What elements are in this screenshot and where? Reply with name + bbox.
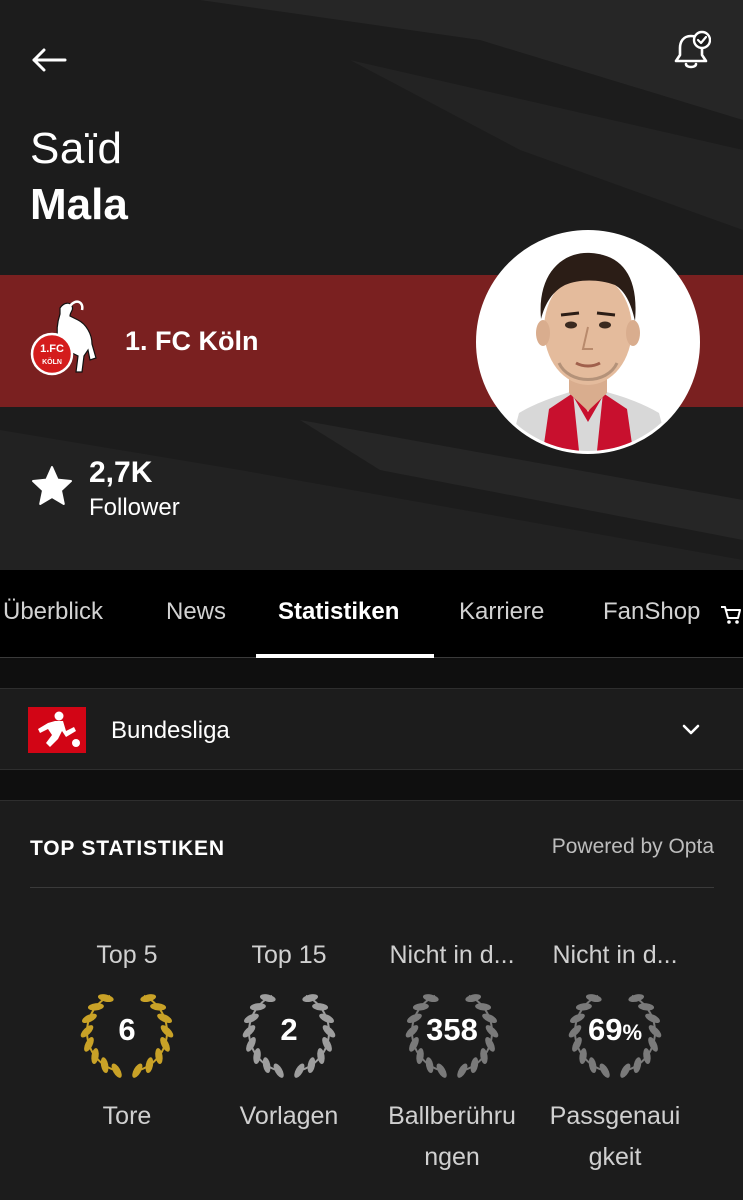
club-logo-text-top: 1.FC [40,343,64,355]
star-icon [32,466,72,505]
stat-label: Tore [102,1102,152,1130]
bundesliga-logo [28,707,86,753]
top-stats-title: TOP STATISTIKEN [30,837,225,860]
club-logo: 1.FC KÖLN [30,300,100,378]
stat-rank: Nicht in d... [389,941,515,969]
cart-icon [721,606,741,624]
tab-fanshop[interactable]: FanShop [603,598,700,626]
stat-assists[interactable]: Top 15 2 Vorlagen [209,941,369,1137]
divider [30,887,714,888]
player-last-name: Mala [30,180,128,229]
back-button[interactable] [28,40,70,80]
stat-label: Vorlagen [239,1102,339,1130]
laurel-wreath-icon: 69% [560,982,670,1082]
follow-notifications-button[interactable] [668,28,714,74]
league-name: Bundesliga [111,717,230,744]
follower-count: 2,7K [89,456,153,489]
stat-rank: Nicht in d... [552,941,678,969]
league-selector[interactable]: Bundesliga [0,688,743,770]
stat-value: 358 [426,1012,478,1047]
tab-overview[interactable]: Überblick [3,598,103,626]
follower-label: Follower [89,494,180,521]
top-stats-card: TOP STATISTIKEN Powered by Opta Top 5 6 … [0,800,743,1200]
stat-value: 69% [587,1012,643,1047]
stat-goals[interactable]: Top 5 6 Tore [47,941,207,1137]
chevron-down-icon[interactable] [678,717,704,743]
club-name[interactable]: 1. FC Köln [125,326,259,357]
laurel-wreath-icon: 2 [234,982,344,1082]
stat-rank: Top 15 [251,941,327,969]
stat-pass-accuracy[interactable]: Nicht in d... 69% Passgenauigkeit [535,941,695,1178]
stat-rank: Top 5 [96,941,158,969]
player-avatar [476,230,700,454]
laurel-wreath-icon: 358 [397,982,507,1082]
powered-by-opta: Powered by Opta [551,835,714,858]
section-gap [0,658,743,688]
tab-statistics[interactable]: Statistiken [278,598,399,626]
laurel-wreath-icon: 6 [72,982,182,1082]
tab-career[interactable]: Karriere [459,598,544,626]
stat-label: Passgenauigkeit [549,1102,681,1171]
tab-news[interactable]: News [166,598,226,626]
stat-ball-touches[interactable]: Nicht in d... 358 Ballberührungen [372,941,532,1178]
bell-check-icon [674,30,711,69]
club-logo-text-bottom: KÖLN [42,357,62,366]
stat-label: Ballberührungen [388,1102,516,1171]
stat-value: 2 [280,1012,298,1047]
tab-bar: Überblick News Statistiken Karriere FanS… [0,570,743,658]
player-first-name: Saïd [30,124,123,173]
section-gap [0,770,743,800]
followers-block: 2,7K Follower [30,456,290,526]
arrow-left-icon [32,48,67,72]
stat-value: 6 [118,1012,136,1047]
player-header: Saïd Mala 1.FC KÖLN 1. FC Köln 2,7K Foll… [0,0,743,570]
